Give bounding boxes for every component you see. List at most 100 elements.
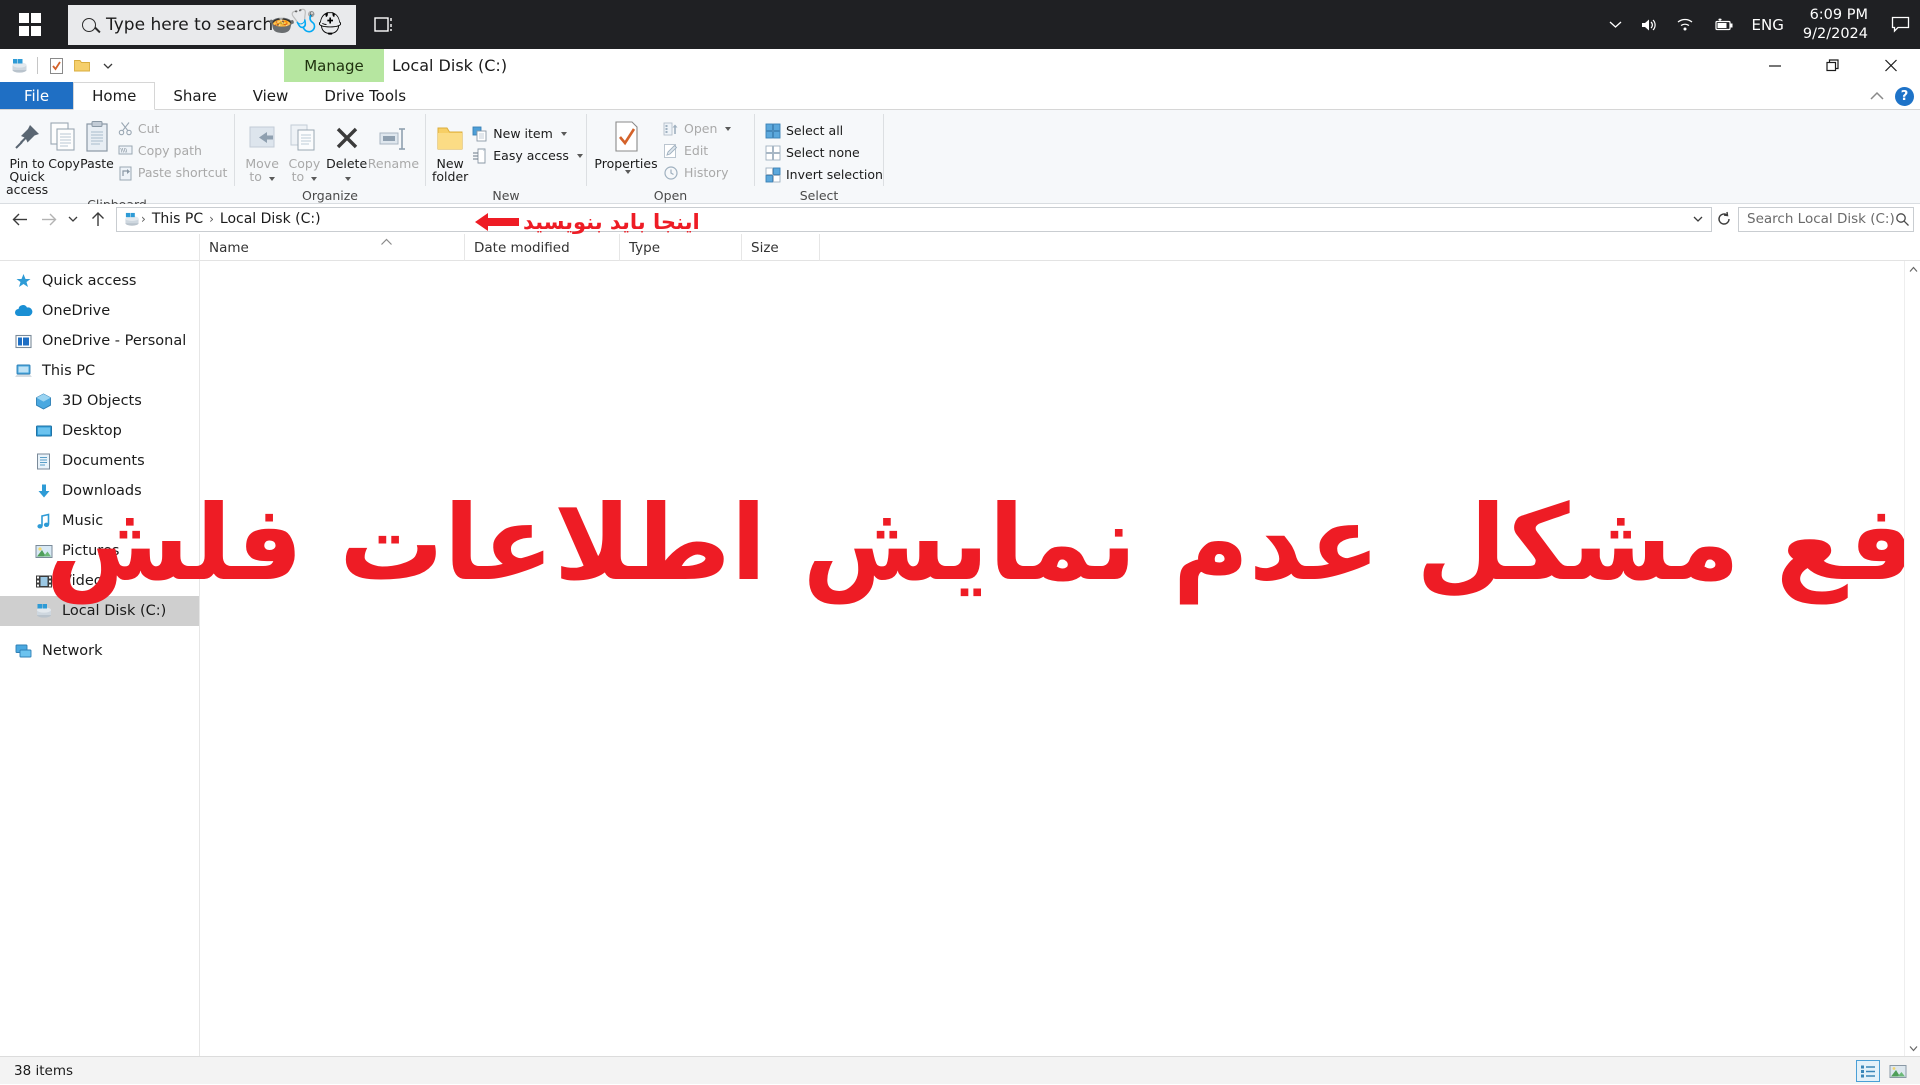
qat-new-folder-button[interactable]	[69, 53, 95, 79]
start-button[interactable]	[0, 0, 60, 49]
paste-button[interactable]: Paste	[80, 115, 114, 170]
sidebar-item-downloads[interactable]: Downloads	[0, 476, 199, 506]
cut-label: Cut	[137, 121, 160, 136]
local-disk-icon	[125, 212, 139, 226]
sidebar-item-onedrive[interactable]: OneDrive	[0, 296, 199, 326]
tab-view[interactable]: View	[235, 82, 307, 109]
notification-center-button[interactable]	[1880, 0, 1920, 49]
network-button[interactable]	[1667, 0, 1703, 49]
breadcrumb-this-pc[interactable]: This PC	[147, 211, 208, 227]
address-bar[interactable]: › This PC › Local Disk (C:) اینجا باید ب…	[116, 206, 1712, 234]
tab-home[interactable]: Home	[73, 82, 156, 110]
column-header-type-label: Type	[629, 239, 661, 256]
scroll-up-button[interactable]	[1905, 261, 1920, 277]
tab-file[interactable]: File	[0, 82, 74, 109]
column-header-name[interactable]: Name	[200, 234, 465, 261]
sidebar-item-desktop[interactable]: Desktop	[0, 416, 199, 446]
new-item-button[interactable]: New item	[468, 123, 587, 144]
sidebar-item-quick-access[interactable]: Quick access	[0, 266, 199, 296]
new-folder-button[interactable]: New folder	[432, 115, 468, 183]
taskbar-search-box[interactable]: Type here to search 🍲 🩺 ⛑	[68, 4, 356, 45]
open-small-commands: Open Edit History	[659, 115, 735, 183]
address-bar-dropdown-button[interactable]	[1687, 208, 1709, 231]
qat-local-disk-icon[interactable]	[6, 53, 32, 79]
collapse-ribbon-button[interactable]	[1869, 87, 1885, 106]
ribbon: Pin to Quick access Copy Paste Cut \\\\ …	[0, 110, 1920, 212]
ribbon-group-clipboard: Pin to Quick access Copy Paste Cut \\\\ …	[0, 110, 234, 212]
qat-customize-button[interactable]	[95, 53, 121, 79]
delete-icon	[331, 118, 363, 154]
vertical-scrollbar[interactable]	[1904, 261, 1920, 1056]
sidebar-item-local-disk[interactable]: Local Disk (C:)	[0, 596, 199, 626]
svg-text:\\\\: \\\\	[120, 149, 127, 155]
this-pc-icon	[14, 362, 33, 381]
copy-button[interactable]: Copy	[48, 115, 80, 170]
paste-shortcut-button[interactable]: Paste shortcut	[114, 162, 232, 183]
forward-button[interactable]	[34, 206, 62, 232]
scroll-down-button[interactable]	[1905, 1040, 1920, 1056]
file-list-view[interactable]: رفع مشکل عدم نمایش اطلاعات فلش	[45, 261, 1920, 1056]
column-header-size[interactable]: Size	[742, 234, 820, 261]
copy-path-button[interactable]: \\\\ Copy path	[114, 140, 232, 161]
select-none-button[interactable]: Select none	[761, 142, 887, 163]
invert-selection-label: Invert selection	[786, 167, 883, 182]
new-small-commands: New item Easy access	[468, 115, 587, 166]
tray-date: 9/2/2024	[1802, 25, 1868, 42]
sidebar-item-documents[interactable]: Documents	[0, 446, 199, 476]
search-icon[interactable]	[1895, 212, 1910, 227]
clock-button[interactable]: 6:09 PM 9/2/2024	[1793, 0, 1880, 49]
back-button[interactable]	[6, 206, 34, 232]
qat-properties-button[interactable]	[43, 53, 69, 79]
windows-logo-icon	[18, 13, 42, 36]
tab-share[interactable]: Share	[155, 82, 234, 109]
breadcrumb-drive-icon[interactable]	[122, 212, 140, 227]
restore-button[interactable]	[1804, 49, 1862, 82]
task-view-button[interactable]	[362, 0, 408, 49]
cut-button[interactable]: Cut	[114, 118, 232, 139]
tab-drive-tools[interactable]: Drive Tools	[306, 82, 424, 109]
breadcrumb-separator[interactable]: ›	[140, 212, 147, 226]
sidebar-item-3d-objects[interactable]: 3D Objects	[0, 386, 199, 416]
edit-button[interactable]: Edit	[659, 140, 735, 161]
minimize-button[interactable]	[1746, 49, 1804, 82]
pin-to-quick-access-button[interactable]: Pin to Quick access	[6, 115, 48, 196]
history-button[interactable]: History	[659, 162, 735, 183]
large-icons-view-icon	[1889, 1064, 1907, 1078]
column-header-date-modified[interactable]: Date modified	[465, 234, 620, 261]
volume-button[interactable]	[1631, 0, 1667, 49]
properties-button[interactable]: Properties	[593, 115, 659, 174]
move-to-button[interactable]: Move to	[241, 115, 283, 183]
sidebar-item-videos[interactable]: Videos	[0, 566, 199, 596]
window-controls	[1746, 49, 1920, 82]
help-button[interactable]: ?	[1895, 86, 1914, 106]
local-disk-icon	[34, 602, 53, 621]
stethoscope-icon: 🩺	[290, 8, 318, 34]
up-button[interactable]	[84, 206, 112, 232]
delete-button[interactable]: Delete	[326, 115, 368, 183]
refresh-button[interactable]	[1712, 207, 1736, 232]
close-button[interactable]	[1862, 49, 1920, 82]
easy-access-button[interactable]: Easy access	[468, 145, 587, 166]
breadcrumb-local-disk[interactable]: Local Disk (C:)	[215, 211, 326, 227]
column-header-type[interactable]: Type	[620, 234, 742, 261]
sidebar-item-network[interactable]: Network	[0, 636, 199, 666]
invert-selection-button[interactable]: Invert selection	[761, 164, 887, 185]
open-button[interactable]: Open	[659, 118, 735, 139]
sidebar-item-music[interactable]: Music	[0, 506, 199, 536]
breadcrumb-separator[interactable]: ›	[208, 212, 215, 226]
sidebar-item-onedrive-personal[interactable]: OneDrive - Personal	[0, 326, 199, 356]
copy-to-button[interactable]: Copy to	[283, 115, 325, 183]
battery-button[interactable]	[1703, 0, 1743, 49]
language-indicator[interactable]: ENG	[1743, 0, 1793, 49]
tray-chevron-up-button[interactable]	[1600, 0, 1631, 49]
search-box[interactable]: Search Local Disk (C:)	[1738, 206, 1914, 232]
invert-selection-icon	[765, 167, 781, 182]
details-view-button[interactable]	[1856, 1060, 1880, 1082]
sidebar-item-pictures[interactable]: Pictures	[0, 536, 199, 566]
large-icons-view-button[interactable]	[1886, 1060, 1910, 1082]
select-all-button[interactable]: Select all	[761, 120, 887, 141]
recent-locations-button[interactable]	[62, 206, 84, 232]
rename-button[interactable]: Rename	[368, 115, 419, 170]
sidebar-item-this-pc[interactable]: This PC	[0, 356, 199, 386]
sidebar-item-label: Local Disk (C:)	[62, 603, 167, 619]
